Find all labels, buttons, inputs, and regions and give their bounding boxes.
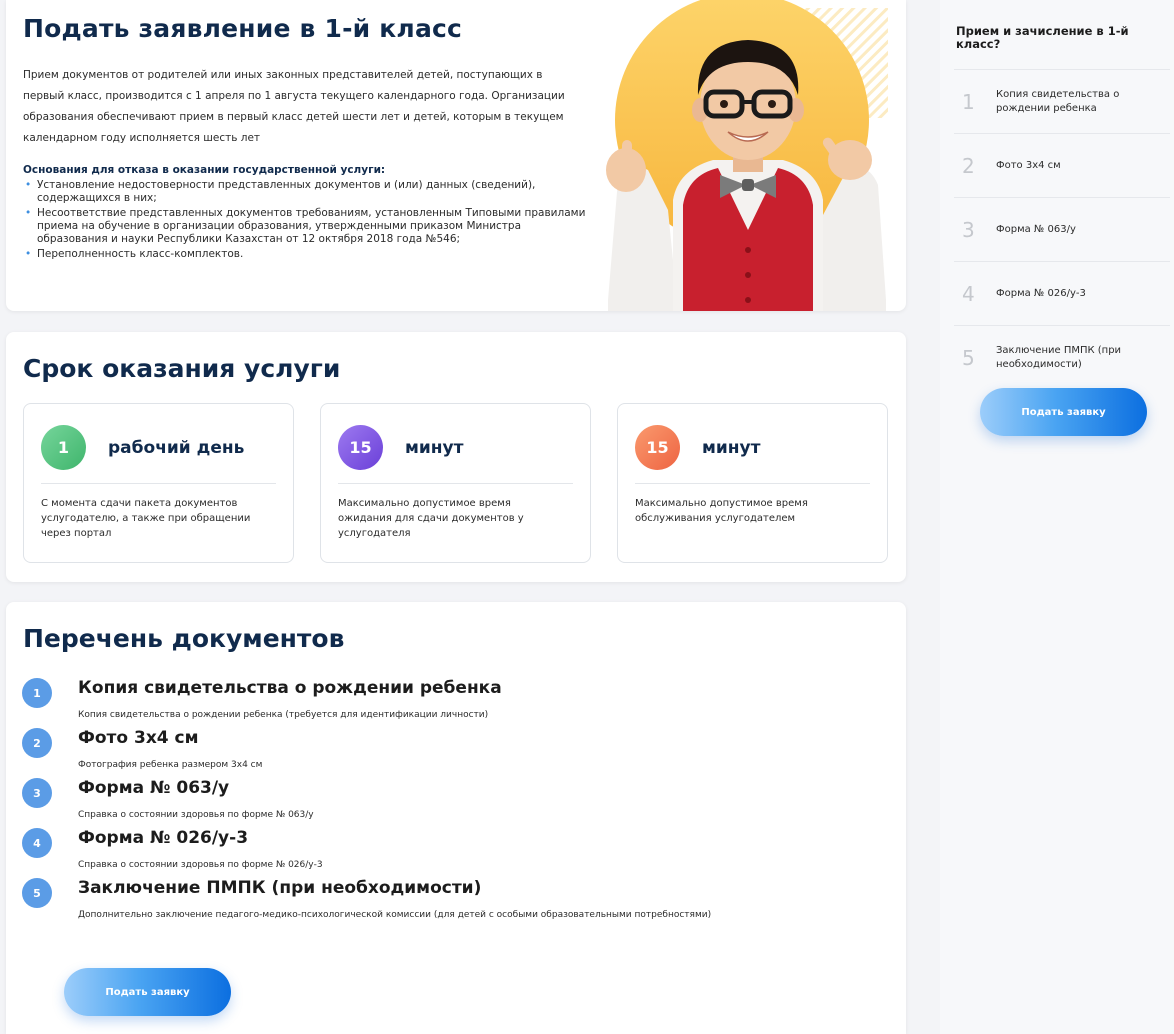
refusal-item: Несоответствие представленных документов…	[23, 207, 588, 246]
term-unit: рабочий день	[108, 438, 245, 458]
refusal-list: Установление недостоверности представлен…	[23, 179, 588, 263]
refusal-item: Переполненность класс-комплектов.	[23, 248, 588, 261]
sidebar-item-number: 4	[962, 282, 975, 306]
sidebar-item-number: 3	[962, 218, 975, 242]
term-card: 15 минут Максимально допустимое время ож…	[320, 403, 591, 563]
term-card: 15 минут Максимально допустимое время об…	[617, 403, 888, 563]
term-value-badge: 15	[338, 425, 383, 470]
sidebar-title: Прием и зачисление в 1-й класс?	[956, 24, 1129, 51]
submit-application-button[interactable]: Подать заявку	[64, 968, 231, 1016]
refusal-title: Основания для отказа в оказании государс…	[23, 164, 386, 176]
sidebar-item-label: Форма № 063/у	[996, 224, 1076, 235]
sidebar-item[interactable]: 1 Копия свидетельства о рождении ребенка	[954, 69, 1170, 133]
sidebar: Прием и зачисление в 1-й класс? 1 Копия …	[940, 0, 1174, 1034]
document-number-badge: 5	[22, 878, 52, 908]
document-name: Заключение ПМПК (при необходимости)	[78, 878, 482, 898]
term-description: С момента сдачи пакета документов услуго…	[41, 498, 251, 539]
term-description: Максимально допустимое время обслуживани…	[635, 498, 808, 524]
document-number-badge: 2	[22, 728, 52, 758]
divider	[338, 483, 573, 484]
sidebar-item-label: Копия свидетельства о рождении ребенка	[996, 89, 1120, 114]
sidebar-item-number: 1	[962, 90, 975, 114]
document-note: Справка о состоянии здоровья по форме № …	[78, 810, 314, 820]
term-description: Максимально допустимое время ожидания дл…	[338, 498, 524, 539]
documents-title: Перечень документов	[23, 624, 345, 653]
sidebar-submit-button[interactable]: Подать заявку	[980, 388, 1147, 436]
sidebar-item-number: 5	[962, 346, 975, 370]
sidebar-item[interactable]: 5 Заключение ПМПК (при необходимости)	[954, 325, 1170, 389]
page-title: Подать заявление в 1-й класс	[23, 14, 463, 43]
divider	[635, 483, 870, 484]
term-value-badge: 15	[635, 425, 680, 470]
sidebar-item-label: Форма № 026/у-3	[996, 288, 1086, 299]
document-note: Копия свидетельства о рождении ребенка (…	[78, 710, 489, 720]
documents-card: Перечень документов 1 Копия свидетельств…	[6, 602, 906, 1034]
intro-card: Подать заявление в 1-й класс Прием докум…	[6, 0, 906, 311]
document-note: Фотография ребенка размером 3х4 см	[78, 760, 263, 770]
term-unit: минут	[405, 438, 464, 458]
service-time-card: Срок оказания услуги 1 рабочий день С мо…	[6, 332, 906, 582]
document-name: Форма № 063/у	[78, 778, 230, 798]
document-name: Форма № 026/у-3	[78, 828, 249, 848]
hero-child-illustration	[606, 0, 888, 311]
document-number-badge: 1	[22, 678, 52, 708]
sidebar-item[interactable]: 3 Форма № 063/у	[954, 197, 1170, 261]
document-name: Копия свидетельства о рождении ребенка	[78, 678, 502, 698]
term-value-badge: 1	[41, 425, 86, 470]
service-time-title: Срок оказания услуги	[23, 354, 341, 383]
term-unit: минут	[702, 438, 761, 458]
document-number-badge: 3	[22, 778, 52, 808]
refusal-item: Установление недостоверности представлен…	[23, 179, 588, 205]
sidebar-item[interactable]: 4 Форма № 026/у-3	[954, 261, 1170, 325]
sidebar-item[interactable]: 2 Фото 3х4 см	[954, 133, 1170, 197]
document-note: Дополнительно заключение педагого-медико…	[78, 910, 712, 920]
intro-text: Прием документов от родителей или иных з…	[23, 69, 565, 144]
sidebar-item-label: Фото 3х4 см	[996, 160, 1061, 171]
document-note: Справка о состоянии здоровья по форме № …	[78, 860, 323, 870]
term-card: 1 рабочий день С момента сдачи пакета до…	[23, 403, 294, 563]
divider	[41, 483, 276, 484]
sidebar-item-number: 2	[962, 154, 975, 178]
sidebar-item-label: Заключение ПМПК (при необходимости)	[996, 345, 1122, 370]
document-name: Фото 3х4 см	[78, 728, 199, 748]
document-number-badge: 4	[22, 828, 52, 858]
